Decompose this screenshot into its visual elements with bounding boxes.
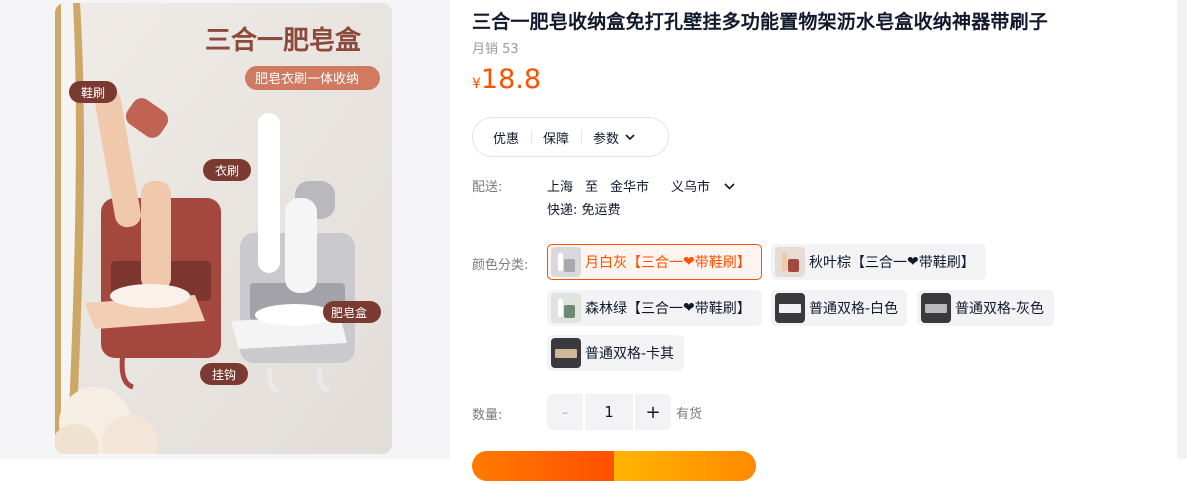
currency-symbol: ¥: [472, 76, 481, 92]
shipping-label: 配送:: [472, 180, 503, 195]
tab-parameters-label: 参数: [593, 131, 620, 147]
color-category-label: 颜色分类:: [472, 258, 529, 273]
sku-option-forest-green[interactable]: 森林绿【三合一 ❤ 带鞋刷】: [547, 290, 762, 326]
tab-discounts[interactable]: 优惠: [473, 128, 531, 147]
sku-option-double-white[interactable]: 普通双格-白色: [771, 290, 907, 326]
ship-from: 上海: [547, 180, 574, 195]
tab-discounts-label: 优惠: [493, 131, 520, 147]
page-right-edge: [1177, 0, 1187, 459]
sku-label-suffix: 带鞋刷】: [694, 255, 751, 271]
sku-option-double-gray[interactable]: 普通双格-灰色: [917, 290, 1054, 326]
chevron-down-icon: [724, 179, 735, 193]
sku-option-autumn-brown[interactable]: 秋叶棕【三合一 ❤ 带鞋刷】: [771, 244, 986, 280]
ship-to-word: 至: [585, 180, 599, 195]
image-headline: 三合一肥皂盒: [205, 25, 362, 56]
heart-icon: ❤: [907, 254, 919, 270]
tag-shoe-brush: 鞋刷: [81, 85, 105, 100]
add-to-cart-button[interactable]: [614, 451, 756, 481]
sku-thumbnail: [551, 338, 581, 368]
sku-thumbnail: [775, 293, 805, 323]
product-title: 三合一肥皂收纳盒免打孔壁挂多功能置物架沥水皂盒收纳神器带刷子: [472, 11, 1049, 33]
quantity-label: 数量:: [472, 408, 503, 423]
sku-label: 月白灰【三合一: [585, 255, 683, 271]
sku-label: 秋叶棕【三合一: [809, 255, 907, 271]
monthly-sales: 月销 53: [472, 42, 519, 57]
shipping-destination[interactable]: 上海 至 金华市 义乌市: [547, 176, 747, 195]
price-value: 18.8: [480, 64, 542, 95]
sku-label-suffix: 带鞋刷】: [694, 301, 751, 317]
tag-clothes-brush: 衣刷: [215, 163, 239, 178]
heart-icon: ❤: [683, 300, 695, 316]
tag-hook: 挂钩: [212, 368, 236, 382]
tab-guarantee-label: 保障: [543, 131, 570, 147]
sku-label: 普通双格-卡其: [585, 346, 675, 362]
product-main-image[interactable]: 三合一肥皂盒 肥皂衣刷一体收纳 鞋刷 衣刷 肥皂盒 挂钩: [55, 3, 392, 454]
sku-label-suffix: 带鞋刷】: [918, 255, 975, 271]
quantity-decrease-button[interactable]: -: [547, 394, 583, 430]
sku-label: 普通双格-灰色: [955, 301, 1045, 317]
ship-city: 金华市: [610, 180, 650, 195]
express-fee: 快递: 免运费: [547, 203, 621, 218]
sku-option-moon-gray[interactable]: 月白灰【三合一 ❤ 带鞋刷】: [547, 244, 762, 280]
sku-thumbnail: [775, 247, 805, 277]
sku-thumbnail: [551, 247, 581, 277]
tag-soap-box: 肥皂盒: [331, 305, 367, 320]
purchase-buttons[interactable]: [472, 451, 756, 481]
tab-guarantee[interactable]: 保障: [531, 128, 581, 147]
info-tabs: 优惠 保障 参数: [472, 117, 669, 157]
buy-now-button[interactable]: [472, 451, 614, 481]
sku-thumbnail: [921, 293, 951, 323]
tab-parameters[interactable]: 参数: [581, 128, 647, 147]
quantity-increase-button[interactable]: +: [635, 394, 671, 430]
ship-district: 义乌市: [671, 180, 711, 195]
product-illustration: 三合一肥皂盒 肥皂衣刷一体收纳 鞋刷 衣刷 肥皂盒 挂钩: [55, 3, 392, 454]
chevron-down-icon: [625, 131, 635, 144]
sku-thumbnail: [551, 293, 581, 323]
product-price: ¥18.8: [472, 64, 541, 95]
image-subline: 肥皂衣刷一体收纳: [255, 71, 359, 87]
heart-icon: ❤: [683, 254, 695, 270]
quantity-input[interactable]: [585, 394, 633, 430]
stock-status: 有货: [676, 407, 703, 422]
sku-option-double-khaki[interactable]: 普通双格-卡其: [547, 335, 684, 371]
sku-label: 普通双格-白色: [809, 301, 899, 317]
sku-label: 森林绿【三合一: [585, 301, 683, 317]
